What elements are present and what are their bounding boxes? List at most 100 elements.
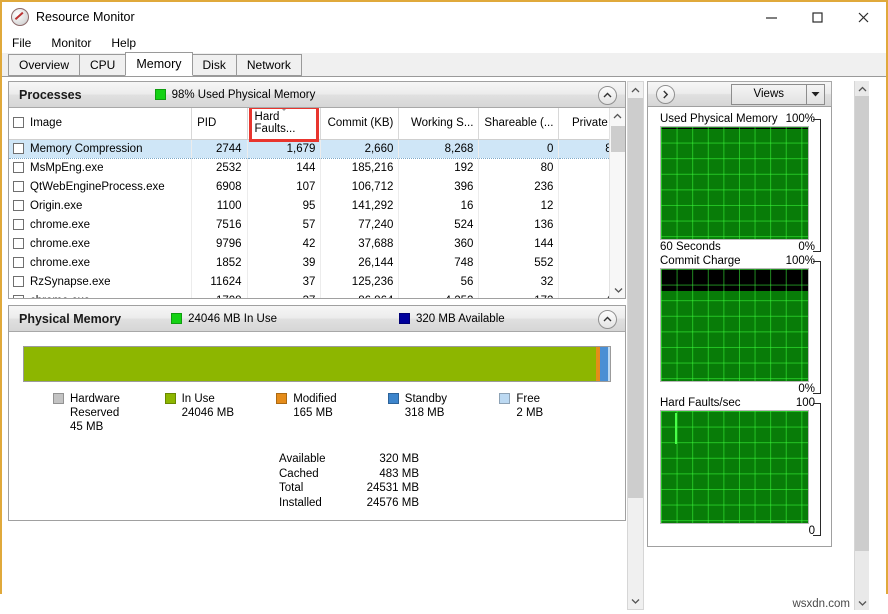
tab-disk[interactable]: Disk	[191, 54, 237, 76]
tab-memory[interactable]: Memory	[125, 52, 193, 76]
tab-network[interactable]: Network	[235, 54, 302, 76]
process-hard-faults: 1,679	[247, 139, 322, 159]
select-all-checkbox[interactable]	[13, 117, 24, 128]
legend-swatch	[53, 393, 64, 404]
menu-file[interactable]: File	[10, 35, 40, 51]
expand-panel-button[interactable]	[656, 84, 675, 104]
menu-help[interactable]: Help	[109, 35, 145, 51]
column-header-image-label: Image	[30, 117, 62, 129]
graph-ymax-label: 100%	[785, 255, 815, 267]
scroll-down-arrow[interactable]	[610, 282, 625, 298]
processes-table-header-row: Image PID Hard Faults... Commit (KB) Wor…	[9, 108, 625, 142]
column-header-working-set[interactable]: Working S...	[398, 108, 480, 140]
column-header-hard-faults-label: Hard Faults...	[254, 111, 296, 135]
views-dropdown-arrow[interactable]	[806, 84, 824, 104]
processes-collapse-button[interactable]	[598, 86, 617, 105]
processes-panel-header[interactable]: Processes 98% Used Physical Memory	[9, 82, 625, 108]
scroll-thumb[interactable]	[628, 98, 643, 498]
memory-usage-bar	[23, 346, 611, 382]
scroll-thumb[interactable]	[611, 126, 625, 152]
graph-axis-bracket	[813, 119, 821, 252]
views-button[interactable]: Views	[730, 83, 825, 105]
legend-label: Modified	[293, 393, 337, 405]
scroll-up-arrow[interactable]	[855, 81, 869, 96]
process-commit: 86,864	[320, 291, 400, 298]
graph-grid	[661, 269, 808, 381]
graph-title: Commit Charge	[660, 255, 741, 267]
table-row[interactable]: chrome.exe 9796 42 37,688 360 144 216	[9, 234, 625, 254]
row-checkbox[interactable]	[13, 200, 24, 211]
table-row[interactable]: chrome.exe 1852 39 26,144 748 552 196	[9, 253, 625, 273]
graph-axis-bracket	[813, 403, 821, 536]
process-hard-faults: 37	[247, 272, 322, 292]
scroll-up-arrow[interactable]	[628, 82, 643, 98]
process-name: chrome.exe	[30, 257, 91, 269]
row-checkbox[interactable]	[13, 295, 24, 298]
process-name: chrome.exe	[30, 219, 91, 231]
physical-memory-collapse-button[interactable]	[598, 310, 617, 329]
process-name: Origin.exe	[30, 200, 83, 212]
left-pane-scrollbar[interactable]	[627, 81, 644, 610]
process-hard-faults: 107	[247, 177, 322, 197]
row-checkbox[interactable]	[13, 238, 24, 249]
processes-panel-title: Processes	[19, 87, 82, 102]
chevron-up-icon	[603, 92, 612, 98]
scroll-up-arrow[interactable]	[610, 108, 625, 124]
process-pid: 1100	[191, 196, 248, 216]
legend-label: Standby	[404, 393, 447, 405]
physical-memory-body: Hardware Reserved 45 MB In Use 24046 MB	[9, 332, 625, 520]
graph-plot-area	[660, 126, 809, 240]
menu-monitor[interactable]: Monitor	[49, 35, 100, 51]
scroll-down-arrow[interactable]	[855, 595, 869, 610]
minimize-button[interactable]	[748, 2, 794, 32]
processes-table-scrollbar[interactable]	[609, 108, 625, 298]
process-shareable: 32	[478, 272, 560, 292]
table-row[interactable]: MsMpEng.exe 2532 144 185,216 192 80 112	[9, 158, 625, 178]
tab-overview[interactable]: Overview	[8, 54, 81, 76]
column-header-shareable[interactable]: Shareable (...	[478, 108, 560, 140]
row-checkbox[interactable]	[13, 143, 24, 154]
table-row[interactable]: chrome.exe 7516 57 77,240 524 136 388	[9, 215, 625, 235]
legend-swatch	[164, 393, 176, 404]
stat-key: Total	[279, 482, 304, 494]
process-hard-faults: 39	[247, 253, 322, 273]
table-row[interactable]: chrome.exe 1708 37 86,864 4,252 172 4,08…	[9, 291, 625, 298]
caret-down-icon	[811, 92, 820, 97]
legend-label: In Use	[181, 393, 215, 405]
row-checkbox[interactable]	[13, 257, 24, 268]
row-checkbox[interactable]	[13, 181, 24, 192]
physical-memory-panel-header[interactable]: Physical Memory 24046 MB In Use 320 MB A…	[9, 306, 625, 332]
graph-plot-area	[660, 410, 809, 524]
chevron-down-icon	[614, 288, 622, 293]
legend-label: Hardware	[70, 393, 120, 405]
scroll-thumb[interactable]	[855, 96, 869, 551]
close-button[interactable]	[840, 2, 886, 32]
table-row[interactable]: Origin.exe 1100 95 141,292 16 12 4	[9, 196, 625, 216]
column-header-commit[interactable]: Commit (KB)	[320, 108, 400, 140]
process-pid: 1708	[191, 291, 248, 298]
table-row[interactable]: Memory Compression 2744 1,679 2,660 8,26…	[9, 139, 625, 159]
scroll-down-arrow[interactable]	[628, 593, 643, 609]
maximize-button[interactable]	[794, 2, 840, 32]
column-header-pid[interactable]: PID	[191, 108, 248, 140]
tab-cpu[interactable]: CPU	[79, 54, 127, 76]
process-shareable: 552	[478, 253, 560, 273]
process-working-set: 192	[398, 158, 480, 178]
row-checkbox[interactable]	[13, 276, 24, 287]
row-checkbox[interactable]	[13, 162, 24, 174]
resource-monitor-window: Resource Monitor File Monitor Help Overv…	[0, 0, 888, 614]
legend-value: 318 MB	[404, 407, 445, 419]
column-header-image[interactable]: Image	[9, 108, 193, 140]
watermark: wsxdn.com	[792, 598, 850, 610]
process-working-set: 748	[398, 253, 480, 273]
table-row[interactable]: QtWebEngineProcess.exe 6908 107 106,712 …	[9, 177, 625, 197]
process-pid: 11624	[191, 272, 248, 292]
processes-table: Image PID Hard Faults... Commit (KB) Wor…	[9, 108, 625, 298]
column-header-hard-faults[interactable]: Hard Faults...	[247, 108, 322, 142]
status-swatch	[154, 89, 166, 100]
table-row[interactable]: RzSynapse.exe 11624 37 125,236 56 32 24	[9, 272, 625, 292]
row-checkbox[interactable]	[13, 219, 24, 230]
process-shareable: 80	[478, 158, 560, 178]
processes-table-body: Memory Compression 2744 1,679 2,660 8,26…	[9, 139, 625, 298]
right-pane-scrollbar[interactable]	[854, 81, 869, 610]
